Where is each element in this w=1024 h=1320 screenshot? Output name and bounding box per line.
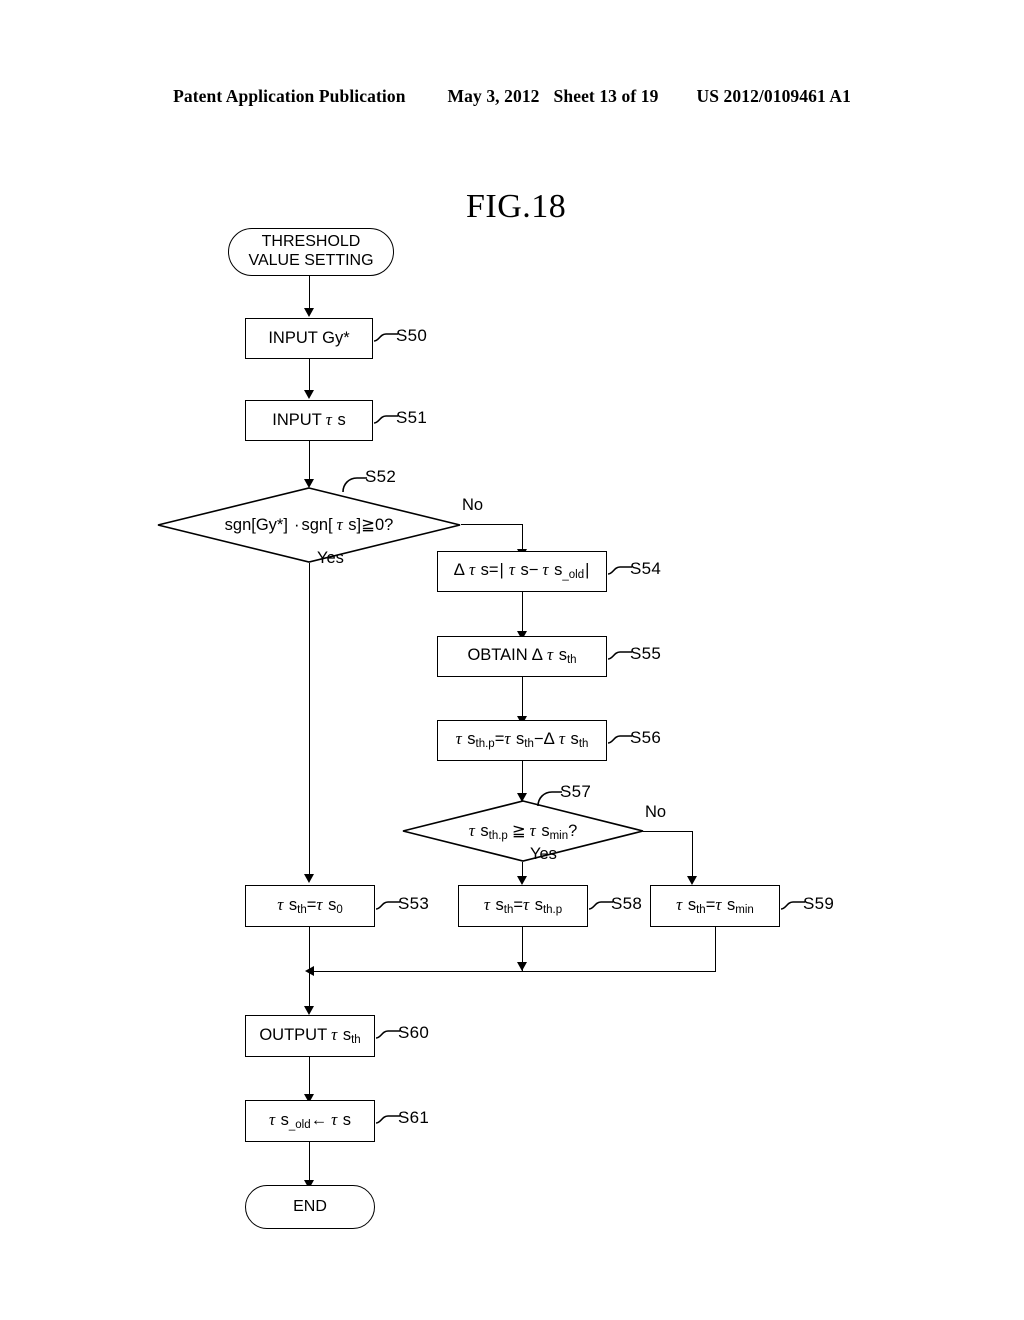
step-s58-box: τ sth=τ sth.p xyxy=(458,885,588,927)
step-ref-s56: S56 xyxy=(630,728,662,747)
step-s52-diamond: sgn[Gy*] · sgn[τ s]≧0? xyxy=(157,487,461,563)
step-s59-box: τ sth=τ smin xyxy=(650,885,780,927)
step-ref-s61: S61 xyxy=(398,1108,430,1127)
step-ref-s54: S54 xyxy=(630,559,662,578)
arrowhead-start-to-s50 xyxy=(303,308,314,317)
step-s52-text: sgn[Gy*] · sgn[τ s]≧0? xyxy=(224,515,394,534)
branch-label-s52-no: No xyxy=(462,496,484,514)
connector-s57-no-horizontal xyxy=(643,831,692,832)
connector-s52-no-vertical xyxy=(522,524,523,552)
header-sheet: Sheet 13 of 19 xyxy=(553,86,659,106)
step-s57-text: τ sth.p ≧ τ smin? xyxy=(468,820,578,842)
end-label: END xyxy=(293,1197,327,1215)
step-ref-s52: S52 xyxy=(365,467,397,486)
step-ref-s59: S59 xyxy=(803,894,835,913)
connector-s60-to-s61 xyxy=(309,1057,310,1099)
connector-s56-to-s57 xyxy=(522,761,523,795)
branch-label-s52-yes: Yes xyxy=(317,549,344,567)
connector-s54-to-s55 xyxy=(522,592,523,634)
start-line-1: THRESHOLD xyxy=(261,233,361,251)
arrowhead-s57-yes xyxy=(516,876,527,885)
step-s54-text: Δτ s=| τ s− τ s_old| xyxy=(453,560,590,582)
connector-s52-yes-spine xyxy=(309,563,310,875)
step-s58-text: τ sth=τ sth.p xyxy=(483,894,563,916)
step-s61-text: τ s_old← τ s xyxy=(268,1109,352,1131)
connector-s51-to-s52 xyxy=(309,441,310,481)
flow-end-terminator: END xyxy=(245,1185,375,1229)
connector-s61-to-end xyxy=(309,1142,310,1184)
step-ref-s57: S57 xyxy=(560,782,592,801)
branch-label-s57-yes: Yes xyxy=(530,845,557,863)
figure-title: FIG.18 xyxy=(466,188,567,225)
step-s51-text: INPUT τ s xyxy=(272,410,346,430)
connector-s55-to-s56 xyxy=(522,677,523,719)
arrowhead-to-s60 xyxy=(303,1006,314,1015)
header-publication: Patent Application Publication xyxy=(173,86,406,106)
connector-s57-no-vertical xyxy=(692,831,693,879)
step-s61-box: τ s_old← τ s xyxy=(245,1100,375,1142)
step-s50-box: INPUT Gy* xyxy=(245,318,373,359)
step-s56-text: τ sth.p=τ sth−Δ τ sth xyxy=(455,729,589,751)
connector-s53-to-s60 xyxy=(309,927,310,1011)
start-line-2: VALUE SETTING xyxy=(248,252,374,269)
step-s55-box: OBTAIN Δτ sth xyxy=(437,636,607,677)
step-ref-s58: S58 xyxy=(611,894,643,913)
leader-s52 xyxy=(340,473,368,493)
step-s60-box: OUTPUT τ sth xyxy=(245,1015,375,1057)
step-s51-box: INPUT τ s xyxy=(245,400,373,441)
connector-start-to-s50 xyxy=(309,276,310,309)
step-ref-s60: S60 xyxy=(398,1023,430,1042)
connector-s59-down xyxy=(715,927,716,972)
connector-s50-to-s51 xyxy=(309,359,310,391)
branch-label-s57-no: No xyxy=(645,803,667,821)
step-s56-box: τ sth.p=τ sth−Δ τ sth xyxy=(437,720,607,761)
header-date: May 3, 2012 xyxy=(447,86,540,106)
step-ref-s50: S50 xyxy=(396,326,428,345)
patent-figure-page: Patent Application Publication May 3, 201… xyxy=(0,0,1024,1320)
step-ref-s53: S53 xyxy=(398,894,430,913)
connector-merge-bus xyxy=(310,971,716,972)
step-s50-text: INPUT Gy* xyxy=(268,328,350,347)
step-s53-text: τ sth=τ s0 xyxy=(277,894,343,916)
step-s53-box: τ sth=τ s0 xyxy=(245,885,375,927)
step-s59-text: τ sth=τ smin xyxy=(676,894,754,916)
connector-s52-no-horizontal xyxy=(461,524,522,525)
step-ref-s51: S51 xyxy=(396,408,428,427)
flow-start-terminator: THRESHOLD VALUE SETTING xyxy=(228,228,394,276)
step-s55-text: OBTAIN Δτ sth xyxy=(467,645,577,667)
arrowhead-s57-no xyxy=(686,876,697,885)
step-ref-s55: S55 xyxy=(630,644,662,663)
page-header: Patent Application Publication May 3, 201… xyxy=(0,86,1024,107)
step-s57-diamond: τ sth.p ≧ τ smin? xyxy=(402,800,644,862)
step-s60-text: OUTPUT τ sth xyxy=(259,1024,361,1046)
arrowhead-s52-yes-to-s53 xyxy=(303,874,314,883)
step-s54-box: Δτ s=| τ s− τ s_old| xyxy=(437,551,607,592)
arrowhead-s58-merge xyxy=(516,962,527,971)
header-document-number: US 2012/0109461 A1 xyxy=(696,86,851,106)
leader-s57 xyxy=(535,787,563,807)
arrowhead-s50-to-s51 xyxy=(303,390,314,399)
